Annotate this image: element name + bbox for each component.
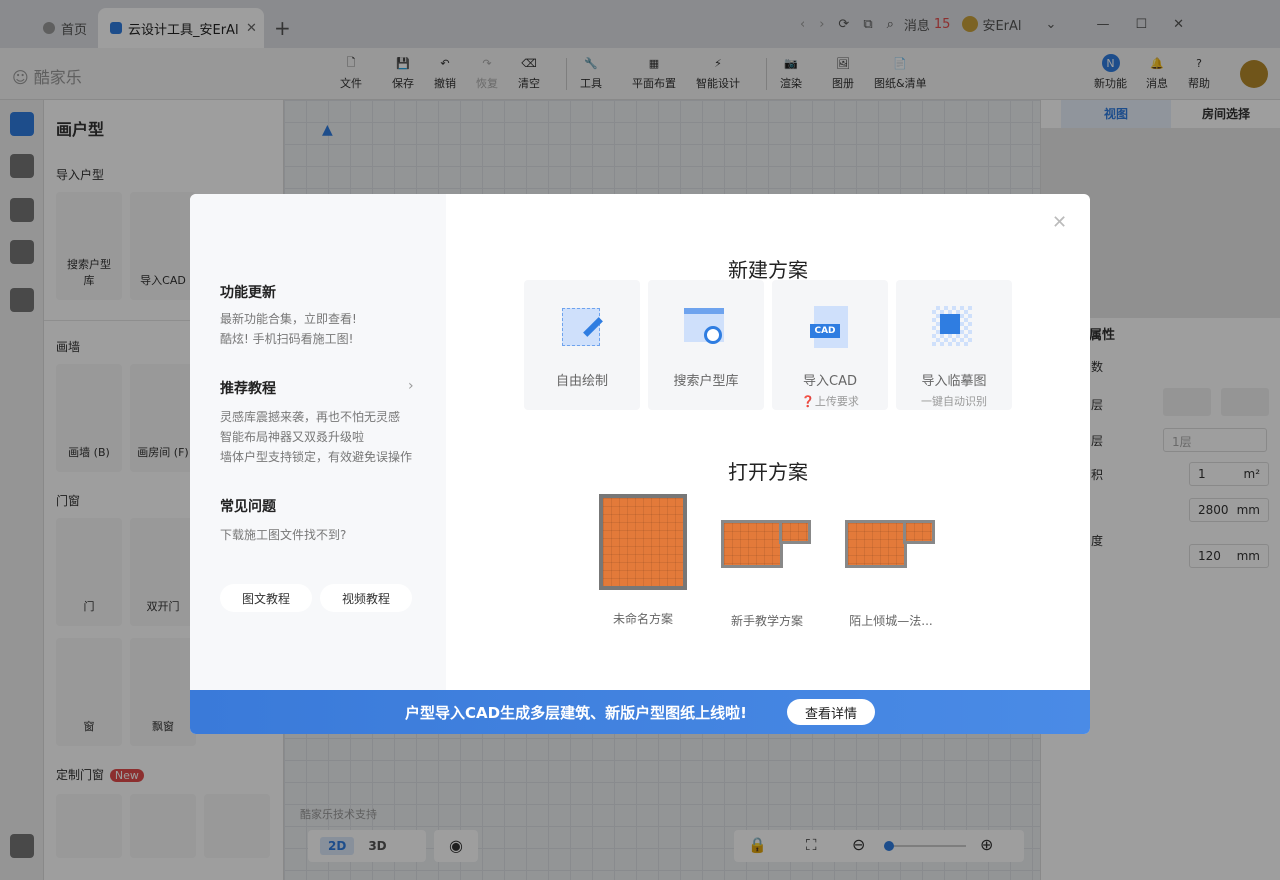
- card-sub-text: 上传要求: [814, 395, 859, 408]
- question-icon: ❓: [801, 395, 815, 408]
- card-free-draw[interactable]: 自由绘制: [524, 280, 640, 410]
- card-search-plan[interactable]: 搜索户型库: [648, 280, 764, 410]
- project-french[interactable]: 陌上倾城—法...: [836, 494, 946, 629]
- project-thumbnail: [721, 516, 813, 570]
- project-thumbnail: [599, 494, 687, 590]
- card-label: 导入临摹图: [921, 374, 987, 389]
- open-plan-title: 打开方案: [728, 460, 808, 484]
- project-label: 新手教学方案: [730, 614, 803, 628]
- tutorial-title[interactable]: 推荐教程: [220, 378, 276, 398]
- update-line[interactable]: 最新功能合集，立即查看!: [220, 310, 357, 328]
- card-import-trace[interactable]: 导入临摹图 一键自动识别: [896, 280, 1012, 410]
- project-label: 未命名方案: [612, 612, 673, 626]
- card-label: 自由绘制: [555, 374, 608, 389]
- modal-sidebar: 功能更新 最新功能合集，立即查看! 酷炫! 手机扫码看施工图! 推荐教程 › 灵…: [190, 194, 446, 690]
- card-label: 导入CAD: [803, 374, 857, 389]
- project-thumbnail: [845, 516, 937, 570]
- search-plan-icon: [684, 306, 728, 350]
- cad-badge: CAD: [810, 324, 840, 338]
- project-untitled[interactable]: 未命名方案: [588, 494, 698, 627]
- card-label: 搜索户型库: [673, 374, 739, 389]
- tutorial-line[interactable]: 灵感库震撼来袭，再也不怕无灵感: [220, 408, 400, 426]
- update-line[interactable]: 酷炫! 手机扫码看施工图!: [220, 330, 353, 348]
- tutorial-line[interactable]: 墙体户型支持锁定，有效避免误操作: [220, 448, 412, 466]
- trace-image-icon: [932, 306, 976, 350]
- new-plan-title: 新建方案: [728, 258, 808, 282]
- text-tutorial-button[interactable]: 图文教程: [220, 584, 312, 612]
- faq-title[interactable]: 常见问题: [220, 496, 276, 516]
- updates-title[interactable]: 功能更新: [220, 282, 276, 302]
- promo-banner: 户型导入CAD生成多层建筑、新版户型图纸上线啦! 查看详情: [190, 690, 1090, 734]
- project-tutorial[interactable]: 新手教学方案: [712, 494, 822, 629]
- free-draw-icon: [560, 306, 604, 350]
- card-sub[interactable]: ❓上传要求: [801, 393, 859, 409]
- chevron-right-icon[interactable]: ›: [408, 378, 414, 394]
- banner-details-button[interactable]: 查看详情: [786, 699, 875, 725]
- card-import-cad[interactable]: CAD 导入CAD ❓上传要求: [772, 280, 888, 410]
- cad-file-icon: CAD: [808, 306, 852, 350]
- video-tutorial-button[interactable]: 视频教程: [320, 584, 412, 612]
- tutorial-line[interactable]: 智能布局神器又双叒升级啦: [220, 428, 364, 446]
- faq-line[interactable]: 下载施工图文件找不到?: [220, 526, 346, 544]
- welcome-modal: 功能更新 最新功能合集，立即查看! 酷炫! 手机扫码看施工图! 推荐教程 › 灵…: [190, 194, 1090, 734]
- card-sub: 一键自动识别: [921, 395, 987, 408]
- banner-text: 户型导入CAD生成多层建筑、新版户型图纸上线啦!: [405, 703, 747, 722]
- close-modal-icon[interactable]: ✕: [1052, 212, 1067, 233]
- project-label: 陌上倾城—法...: [849, 614, 933, 628]
